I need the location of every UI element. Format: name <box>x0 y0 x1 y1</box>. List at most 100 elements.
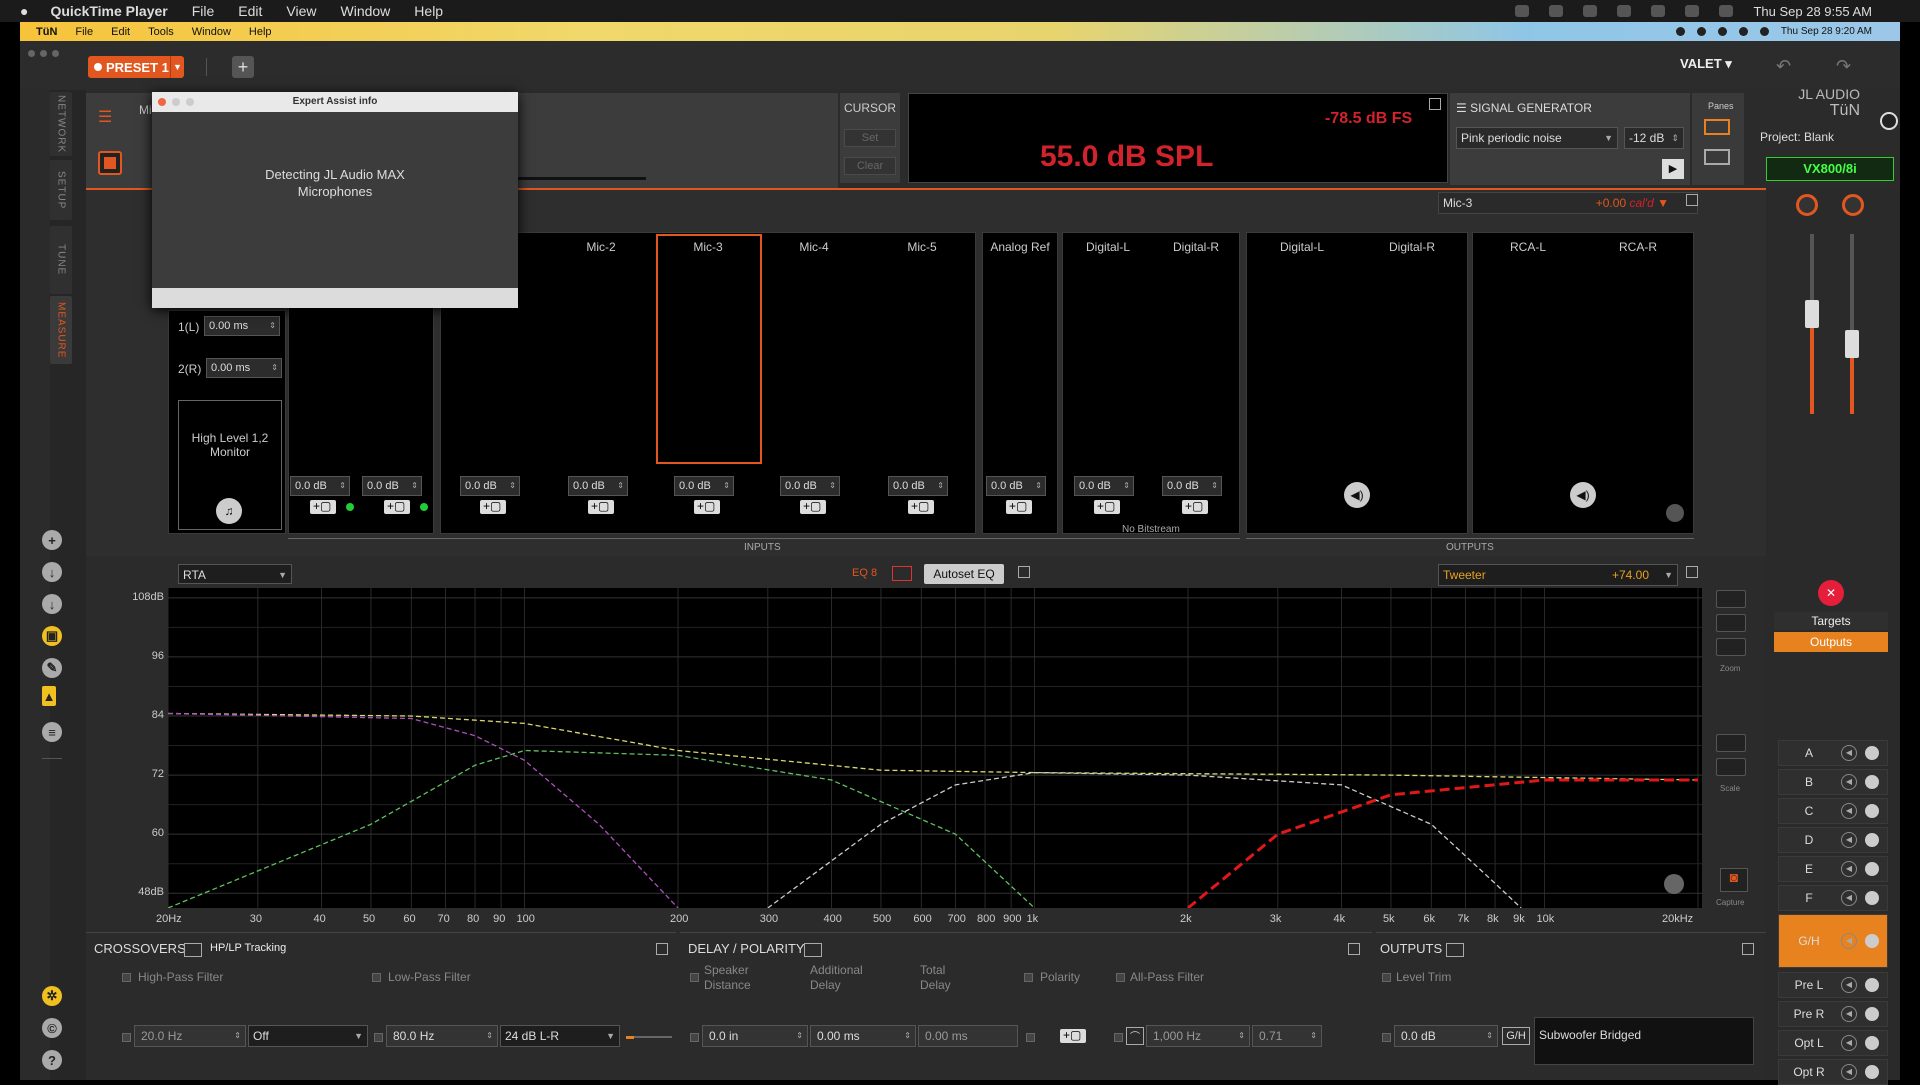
sliders-icon[interactable]: ☰ <box>98 107 112 127</box>
help-icon[interactable]: ? <box>42 1050 62 1070</box>
rta-graph[interactable] <box>168 588 1702 908</box>
undo-icon[interactable]: ↶ <box>1776 56 1791 77</box>
speaker-icon[interactable]: ◀) <box>1344 482 1370 508</box>
output-channel-e[interactable]: E ◀ <box>1778 856 1888 882</box>
import-icon[interactable]: ↓ <box>42 594 62 614</box>
add-preset-button[interactable]: + <box>232 56 254 78</box>
menu-view[interactable]: View <box>286 3 316 19</box>
link-icon[interactable]: +▢ <box>1060 1029 1086 1043</box>
output-channel-d[interactable]: D ◀ <box>1778 827 1888 853</box>
curve-icon[interactable] <box>804 943 822 957</box>
tray-icon[interactable] <box>1675 27 1685 36</box>
remote-menu-help[interactable]: Help <box>249 26 272 38</box>
app-menu[interactable]: QuickTime Player <box>50 3 167 19</box>
popout-icon[interactable] <box>656 943 668 955</box>
output-channel-f[interactable]: F ◀ <box>1778 885 1888 911</box>
menu-window[interactable]: Window <box>341 3 391 19</box>
output-channel-opt-r[interactable]: Opt R ◀ <box>1778 1059 1888 1085</box>
speaker-distance-checkbox[interactable] <box>690 973 699 982</box>
gain-input-mic3[interactable]: 0.0 dB ⇕ <box>674 476 734 496</box>
speaker-distance-input[interactable]: 0.0 in ⇕ <box>702 1025 808 1047</box>
output-channel-b[interactable]: B ◀ <box>1778 769 1888 795</box>
output-channel-g-h[interactable]: G/H ◀ <box>1778 914 1888 968</box>
gain-input-1[interactable]: 0.0 dB ⇕ <box>290 476 350 496</box>
tab-measure[interactable]: MEASURE <box>50 296 72 364</box>
speaker-icon[interactable]: ◀ <box>1841 1006 1857 1022</box>
tab-network[interactable]: NETWORK <box>50 92 72 156</box>
channel-status-icon[interactable] <box>1865 804 1879 818</box>
redo-icon[interactable]: ↷ <box>1836 56 1851 77</box>
speaker-icon[interactable]: ◀ <box>1841 774 1857 790</box>
allpass-q-input[interactable]: 0.71 ⇕ <box>1252 1025 1322 1047</box>
additional-delay-input[interactable]: 0.00 ms ⇕ <box>810 1025 916 1047</box>
popout-icon[interactable] <box>1686 566 1698 578</box>
sync-icon[interactable]: © <box>42 1018 62 1038</box>
channel-status-icon[interactable] <box>1865 1007 1879 1021</box>
slope-slider[interactable] <box>626 1036 672 1039</box>
output-knob-icon[interactable] <box>1796 194 1818 216</box>
speaker-icon[interactable]: ◀ <box>1841 803 1857 819</box>
channel-status-icon[interactable] <box>1865 746 1879 760</box>
wifi-icon[interactable] <box>1685 5 1700 17</box>
level-trim-checkbox[interactable] <box>1382 973 1391 982</box>
menu-file[interactable]: File <box>192 3 215 19</box>
zoom-out-icon[interactable] <box>1716 638 1746 656</box>
cursor-set-button[interactable]: Set <box>844 129 896 147</box>
tray-icon[interactable] <box>1617 5 1632 17</box>
zoom-in-icon[interactable] <box>1716 590 1746 608</box>
hp-lp-tracking-toggle[interactable]: HP/LP Tracking <box>210 942 286 954</box>
popout-icon[interactable] <box>1348 943 1360 955</box>
camera-icon[interactable]: ◙ <box>1720 868 1748 892</box>
speaker-icon[interactable]: ◀ <box>1841 832 1857 848</box>
record-button[interactable] <box>98 151 122 175</box>
dialog-close-icon[interactable] <box>158 98 166 106</box>
distance-enable-checkbox[interactable] <box>690 1033 699 1042</box>
cursor-clear-button[interactable]: Clear <box>844 157 896 175</box>
channel-status-icon[interactable] <box>1865 833 1879 847</box>
popout-icon[interactable] <box>1686 194 1698 206</box>
window-close-icon[interactable] <box>28 50 35 57</box>
window-zoom-icon[interactable] <box>52 50 59 57</box>
remote-menu-file[interactable]: File <box>75 26 93 38</box>
gain-input-digital-l[interactable]: 0.0 dB ⇕ <box>1074 476 1134 496</box>
wrench-icon[interactable]: ✎ <box>42 658 62 678</box>
generator-level-stepper[interactable]: -12 dB ⇕ <box>1624 127 1684 149</box>
copy-icon[interactable]: ▣ <box>42 626 62 646</box>
remote-app-menu[interactable]: TüN <box>36 26 57 38</box>
settings-icon[interactable]: ✲ <box>42 986 62 1006</box>
speaker-icon[interactable]: ◀ <box>1841 1035 1857 1051</box>
polarity-enable-checkbox[interactable] <box>1026 1033 1035 1042</box>
scale-up-icon[interactable] <box>1716 734 1746 752</box>
remote-menu-tools[interactable]: Tools <box>148 26 174 38</box>
allpass-frequency-input[interactable]: 1,000 Hz ⇕ <box>1146 1025 1250 1047</box>
gain-input-mic2[interactable]: 0.0 dB ⇕ <box>568 476 628 496</box>
link-icon[interactable]: +▢ <box>694 500 720 514</box>
graph-channel-select[interactable]: Tweeter +74.00 ▼ <box>1438 564 1678 586</box>
eq-curve-icon[interactable] <box>892 566 912 581</box>
list-icon[interactable]: ≡ <box>42 722 62 742</box>
outputs-button[interactable]: Outputs <box>1774 632 1888 652</box>
gain-input-mic4[interactable]: 0.0 dB ⇕ <box>780 476 840 496</box>
add-icon[interactable]: + <box>42 530 62 550</box>
lp-frequency-input[interactable]: 80.0 Hz ⇕ <box>386 1025 498 1047</box>
hp-frequency-input[interactable]: 20.0 Hz ⇕ <box>134 1025 246 1047</box>
tray-icon[interactable] <box>1515 5 1530 17</box>
output-channel-a[interactable]: A ◀ <box>1778 740 1888 766</box>
menu-edit[interactable]: Edit <box>238 3 262 19</box>
channel-status-icon[interactable] <box>1865 891 1879 905</box>
dialog-minimize-icon[interactable] <box>172 98 180 106</box>
speaker-icon[interactable]: ◀ <box>1841 933 1857 949</box>
popout-icon[interactable] <box>1018 566 1030 578</box>
tray-icon[interactable] <box>1651 5 1666 17</box>
curve-icon[interactable] <box>184 943 202 957</box>
tray-icon[interactable] <box>1583 5 1598 17</box>
single-pane-icon[interactable] <box>1704 149 1730 165</box>
chevron-down-icon[interactable]: ▼ <box>170 56 184 78</box>
gain-input-digital-r[interactable]: 0.0 dB ⇕ <box>1162 476 1222 496</box>
allpass-curve-icon[interactable]: ⌒ <box>1126 1027 1144 1045</box>
speaker-icon[interactable]: ◀ <box>1841 1064 1857 1080</box>
gain-input-mic1[interactable]: 0.0 dB ⇕ <box>460 476 520 496</box>
link-icon[interactable]: +▢ <box>480 500 506 514</box>
gain-input-analog-ref[interactable]: 0.0 dB ⇕ <box>986 476 1046 496</box>
fader-handle[interactable] <box>1845 330 1859 358</box>
